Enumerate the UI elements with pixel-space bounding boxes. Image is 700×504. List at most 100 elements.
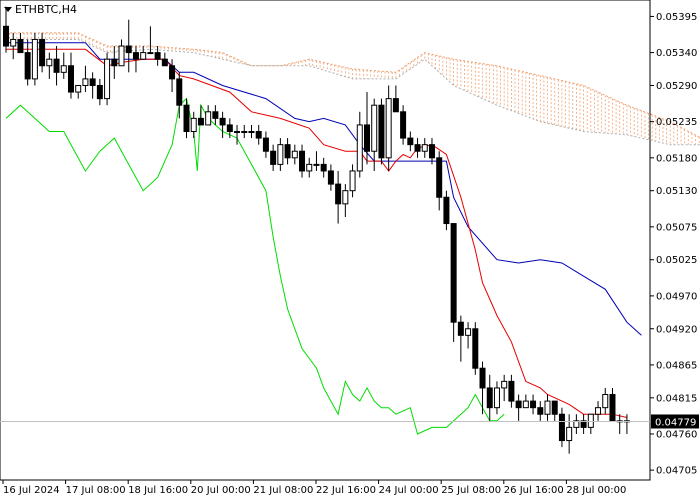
candle-body	[306, 163, 313, 172]
candle-body	[385, 98, 392, 159]
candle-body	[140, 52, 147, 60]
symbol-label[interactable]: ETHBTC,H4	[4, 3, 77, 16]
candle-body	[558, 413, 565, 442]
candle-body	[566, 426, 573, 442]
y-tick-label: 0.05235	[656, 117, 697, 128]
candle-body	[67, 65, 74, 93]
y-tick-label: 0.04815	[656, 393, 697, 404]
candle-body	[226, 124, 233, 133]
y-tick-label: 0.05130	[656, 186, 697, 197]
candle-body	[169, 65, 176, 80]
candle	[378, 98, 385, 165]
candle-body	[313, 163, 320, 166]
candle-body	[407, 137, 414, 146]
candle-body	[472, 328, 479, 369]
candle-body	[587, 413, 594, 428]
candle-body	[241, 131, 248, 134]
chart: 0.05395 0.05340 0.05290 0.05235 0.05180 0.051…	[0, 0, 700, 500]
current-price-label: 0.04779	[655, 417, 696, 428]
x-tick-label: 22 Jul 16:00	[316, 485, 376, 496]
candle-body	[10, 38, 17, 47]
y-tick-label: 0.04920	[656, 324, 697, 335]
candle-body	[465, 328, 472, 336]
dropdown-arrow-icon[interactable]	[4, 7, 12, 12]
x-tick-label: 24 Jul 00:00	[379, 485, 439, 496]
candle-body	[508, 380, 515, 402]
candle-body	[595, 407, 602, 415]
candle-body	[530, 400, 537, 409]
candle-body	[270, 150, 277, 165]
x-tick-label: 16 Jul 2024	[3, 485, 60, 496]
candle-body	[421, 144, 428, 152]
candle-body	[197, 117, 204, 126]
candle-body	[400, 111, 407, 139]
y-tick-label: 0.04760	[656, 429, 697, 440]
candle-body	[205, 111, 212, 126]
candle-body	[60, 65, 67, 73]
candle-body	[479, 367, 486, 389]
candle-body	[493, 387, 500, 409]
candle-body	[457, 321, 464, 336]
candle-body	[262, 137, 269, 152]
y-tick-label: 0.05340	[656, 48, 697, 59]
candle-body	[82, 78, 89, 86]
candle-body	[190, 117, 197, 133]
candle-body	[450, 223, 457, 323]
candle-body	[335, 183, 342, 205]
candle-body	[39, 38, 46, 67]
candle-body	[234, 131, 241, 134]
chart-svg: 0.05395 0.05340 0.05290 0.05235 0.05180 0.051…	[0, 0, 700, 496]
candle-body	[501, 380, 508, 389]
candle-body	[284, 144, 291, 159]
candle-body	[96, 84, 103, 100]
candle-body	[111, 58, 118, 67]
candle	[472, 322, 479, 375]
y-tick-label: 0.05075	[656, 222, 697, 233]
candle-body	[342, 190, 349, 205]
x-tick-label: 20 Jul 00:00	[191, 485, 251, 496]
candle-body	[602, 394, 609, 409]
candle-body	[443, 196, 450, 225]
candle-body	[89, 78, 96, 86]
candle-body	[219, 117, 226, 126]
x-axis: 16 Jul 2024 17 Jul 08:00 18 Jul 16:00 20 Ju…	[2, 480, 626, 496]
candle-body	[212, 111, 219, 119]
y-tick-label: 0.04865	[656, 360, 697, 371]
y-tick-label: 0.05290	[656, 81, 697, 92]
x-tick-label: 25 Jul 08:00	[441, 485, 501, 496]
candle-body	[349, 170, 356, 192]
candle	[104, 52, 111, 106]
candle-body	[551, 400, 558, 415]
y-tick-label: 0.05025	[656, 255, 697, 266]
candle-body	[132, 52, 139, 60]
candle-body	[75, 84, 82, 93]
x-tick-label: 28 Jul 00:00	[566, 485, 626, 496]
candle	[31, 32, 38, 86]
candle-body	[176, 78, 183, 106]
candle	[385, 85, 392, 171]
candle-body	[486, 387, 493, 409]
candle-body	[299, 150, 306, 172]
y-tick-label: 0.05180	[656, 153, 697, 164]
x-tick-label: 17 Jul 08:00	[66, 485, 126, 496]
candle-body	[436, 157, 443, 198]
candle-body	[414, 144, 421, 152]
candle-body	[392, 98, 399, 113]
candle-body	[118, 45, 125, 67]
candle-body	[53, 58, 60, 73]
candle-body	[544, 400, 551, 415]
x-tick-label: 18 Jul 16:00	[128, 485, 188, 496]
candle-body	[537, 407, 544, 415]
candle-body	[320, 163, 327, 172]
candle-body	[154, 52, 161, 60]
candle-body	[3, 25, 9, 47]
candle-body	[371, 104, 378, 152]
candle-body	[31, 38, 38, 80]
x-tick-label: 21 Jul 08:00	[253, 485, 313, 496]
y-tick-label: 0.04970	[656, 291, 697, 302]
candle-body	[378, 104, 385, 159]
candle-body	[515, 400, 522, 409]
candle-body	[125, 45, 132, 54]
candle-body	[327, 170, 334, 185]
candle-body	[428, 144, 435, 159]
